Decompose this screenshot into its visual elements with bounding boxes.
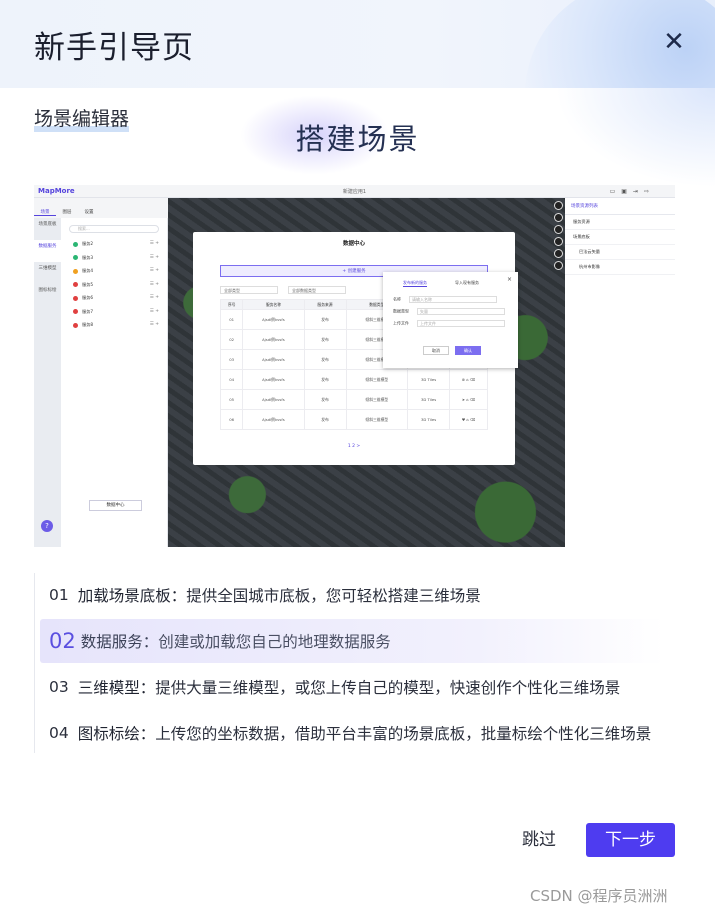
- step-item-04[interactable]: 04 图标标绘： 上传您的坐标数据，借助平台丰富的场景底板，批量标绘个性化三维场…: [40, 711, 665, 755]
- row-ops-icons: ☰ +: [149, 322, 159, 327]
- step-description: 创建或加载您自己的地理数据服务: [158, 633, 391, 651]
- row-ops-icons: ☰ +: [149, 268, 159, 273]
- resource-row: 场景底板: [565, 230, 675, 245]
- row-ops-icons: ☰ +: [149, 241, 159, 246]
- form-row: 上传文件 上传文件: [383, 315, 518, 327]
- service-row: 服务7 ☰ +: [61, 305, 167, 319]
- upload-field: 上传文件: [417, 320, 505, 327]
- form-row: 数据类型 矢量: [383, 303, 518, 315]
- step-number: 02: [49, 629, 76, 653]
- product-screenshot: MapMore 新建应用1 ▭▣⇥⇨ 场景 图层 设置 场景底板 数据服务 三维模型…: [34, 185, 675, 547]
- step-description: 提供大量三维模型，或您上传自己的模型，快速创作个性化三维场景: [155, 679, 621, 697]
- map-tool-icons: [551, 198, 565, 273]
- resource-panel-title: 场景资源列表: [565, 198, 675, 215]
- status-icon: [73, 241, 78, 247]
- app-page-title: 新建应用1: [342, 189, 367, 195]
- table-row: 04 Ajsdl倒kvsfs 发布 倾斜三维模型 3D Tiles ⊗ ⌂ ⌫: [219, 369, 488, 390]
- column-header: 服务名称: [242, 299, 305, 310]
- headline: 搭建场景: [295, 122, 420, 156]
- step-name: 图标标绘：: [77, 725, 156, 743]
- help-icon: ?: [41, 520, 53, 532]
- status-icon: [73, 309, 78, 314]
- watermark: CSDN @程序员洲洲: [530, 887, 668, 905]
- step-number: 03: [49, 678, 69, 696]
- next-step-button[interactable]: 下一步: [586, 823, 675, 857]
- pagination: 1 2 >: [347, 444, 361, 449]
- service-row: 服务6 ☰ +: [61, 291, 167, 305]
- resource-row: 服务资源: [565, 215, 675, 230]
- step-number: 04: [49, 724, 69, 742]
- close-icon[interactable]: ✕: [660, 28, 688, 56]
- resource-row: 巴法云矢量: [565, 245, 675, 260]
- service-row: 服务3 ☰ +: [61, 251, 167, 265]
- step-item-02-active[interactable]: 02 数据服务： 创建或加载您自己的地理数据服务: [40, 619, 665, 663]
- status-icon: [73, 255, 78, 260]
- column-header: 服务来源: [303, 299, 347, 310]
- filters: 全部类型 全部数据类型: [220, 286, 356, 294]
- tab-settings: 设置: [84, 210, 94, 215]
- data-type-field: 矢量: [417, 308, 505, 315]
- dialog-buttons: 取消 确认: [423, 346, 487, 355]
- service-row: 服务4 ☰ +: [61, 264, 167, 278]
- step-description: 上传您的坐标数据，借助平台丰富的场景底板，批量标绘个性化三维场景: [155, 725, 652, 743]
- data-center-title: 数据中心: [342, 241, 365, 247]
- table-row: 06 Ajsdl倒kvsfs 发布 倾斜三维模型 3D Tiles ♥ ⌂ ⌫: [219, 409, 488, 430]
- row-ops-icons: ☰ +: [149, 254, 159, 260]
- toolbar-icons: ▭▣⇥⇨: [609, 188, 655, 195]
- dialog-title: 新手引导页: [34, 30, 194, 66]
- service-row: 服务2 ☰ +: [61, 237, 167, 251]
- step-number: 01: [49, 586, 69, 604]
- nav-column: 场景底板 数据服务 三维模型 图标标绘: [34, 218, 61, 547]
- status-icon: [73, 268, 78, 274]
- service-row: 服务5 ☰ +: [61, 278, 167, 292]
- dialog-header: 新手引导页 ✕: [0, 0, 715, 88]
- row-ops-icons: ☰ +: [149, 308, 159, 314]
- tab-import-existing: 导入现有服务: [455, 280, 479, 285]
- service-row: 服务8 ☰ +: [61, 318, 167, 332]
- nav-item: 场景底板: [38, 222, 57, 227]
- step-description: 提供全国城市底板，您可轻松搭建三维场景: [186, 587, 481, 605]
- close-icon: ×: [506, 276, 512, 283]
- status-icon: [73, 295, 78, 301]
- form-row: 名称 请输入名称: [383, 287, 518, 303]
- tab-publish-new: 发布新的服务: [403, 280, 427, 287]
- tab-scene: 场景: [34, 205, 56, 216]
- step-item-03[interactable]: 03 三维模型： 提供大量三维模型，或您上传自己的模型，快速创作个性化三维场景: [40, 665, 665, 709]
- status-icon: [73, 282, 78, 287]
- type-filter: 全部类型: [220, 286, 278, 294]
- resource-panel: 场景资源列表 服务资源 场景底板 巴法云矢量 杭州市影像: [565, 198, 675, 547]
- steps-divider: [34, 573, 35, 753]
- data-center-button: 数据中心: [89, 500, 142, 511]
- service-panel: 搜索... 服务2 ☰ + 服务3 ☰ + 服务4 ☰ + 服务5 ☰ + 服务6 ☰ +…: [61, 218, 168, 547]
- table-row: 05 Ajsdl倒kvsfs 发布 倾斜三维模型 3D Tiles ➤ ⌂ ⌫: [219, 389, 488, 410]
- step-item-01[interactable]: 01 加载场景底板： 提供全国城市底板，您可轻松搭建三维场景: [40, 573, 665, 617]
- publish-dialog: × 发布新的服务 导入现有服务 名称 请输入名称 数据类型 矢量 上传文件 上传文件 取…: [383, 272, 518, 368]
- row-ops-icons: ☰ +: [149, 281, 159, 287]
- app-topbar: MapMore 新建应用1 ▭▣⇥⇨: [34, 185, 675, 198]
- step-name: 数据服务：: [80, 633, 159, 651]
- resource-row: 杭州市影像: [565, 260, 675, 275]
- nav-item: 图标标绘: [38, 288, 57, 293]
- row-ops-icons: ☰ +: [149, 295, 159, 300]
- tab-layer: 图层: [62, 210, 72, 215]
- publish-tabs: 发布新的服务 导入现有服务: [383, 272, 518, 287]
- name-field: 请输入名称: [409, 296, 497, 303]
- step-name: 三维模型：: [77, 679, 156, 697]
- confirm-button: 确认: [455, 346, 481, 355]
- cancel-button: 取消: [423, 346, 449, 355]
- nav-item-active: 数据服务: [34, 240, 61, 262]
- left-tabs: 场景 图层 设置: [34, 198, 168, 218]
- data-type-filter: 全部数据类型: [288, 286, 346, 294]
- step-name: 加载场景底板：: [77, 587, 187, 605]
- column-header: 序号: [219, 299, 244, 310]
- nav-item: 三维模型: [38, 266, 57, 271]
- panel-search: 搜索...: [69, 225, 159, 233]
- skip-button[interactable]: 跳过: [512, 823, 566, 857]
- status-icon: [73, 322, 78, 328]
